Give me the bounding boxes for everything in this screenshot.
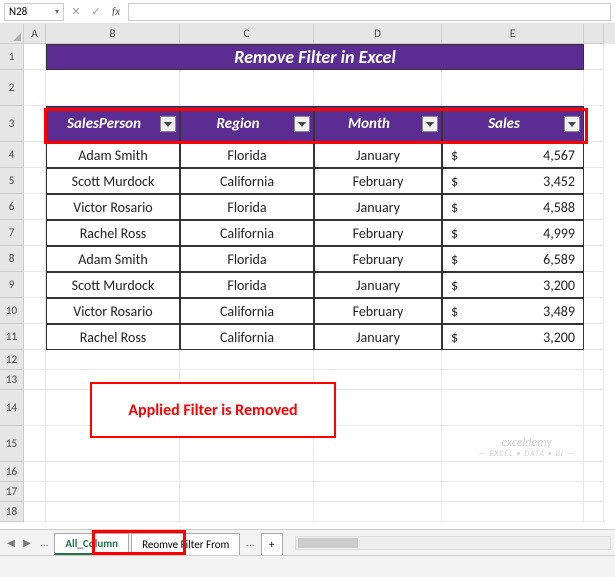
- cell[interactable]: [24, 106, 46, 142]
- row-18: 18: [0, 502, 615, 522]
- table-row: 5Scott MurdockCaliforniaFebruary$3,452: [0, 168, 615, 194]
- col-header-blank[interactable]: [584, 24, 604, 44]
- table-row: 6Victor RosarioFloridaJanuary$4,588: [0, 194, 615, 220]
- col-header-d[interactable]: D: [314, 24, 442, 44]
- cell[interactable]: [584, 70, 604, 106]
- row-16: 16: [0, 462, 615, 482]
- title-cell[interactable]: Remove Filter in Excel: [46, 44, 584, 70]
- sheet-tab-all-column[interactable]: All_Column: [54, 533, 129, 555]
- row-3: 3 SalesPerson Region Month Sales: [0, 106, 615, 142]
- formula-bar-area: N28 ▾ ✕ ✓ fx: [0, 0, 615, 24]
- horizontal-scrollbar[interactable]: [295, 536, 611, 550]
- cell[interactable]: [584, 106, 604, 142]
- col-header-b[interactable]: B: [46, 24, 180, 44]
- table-row: 10Victor RosarioCaliforniaFebruary$3,489: [0, 298, 615, 324]
- row-12: 12: [0, 350, 615, 370]
- row-2: 2: [0, 70, 615, 106]
- table-row: 9Scott MurdockFloridaJanuary$3,200: [0, 272, 615, 298]
- cell[interactable]: [584, 44, 604, 70]
- filter-dropdown-icon[interactable]: [422, 116, 438, 132]
- column-headers: A B C D E: [0, 24, 615, 44]
- sheet-nav-prev-icon[interactable]: ◀: [4, 536, 18, 550]
- cell[interactable]: [180, 70, 314, 106]
- chevron-down-icon[interactable]: ▾: [55, 7, 59, 17]
- table-row: 11Rachel RossCaliforniaJanuary$3,200: [0, 324, 615, 350]
- row-header[interactable]: 3: [0, 106, 24, 142]
- col-header-e[interactable]: E: [442, 24, 584, 44]
- sheet-tab-remove-filter[interactable]: Reomve Filter From: [131, 533, 240, 555]
- scrollbar-thumb[interactable]: [298, 538, 358, 548]
- header-sales[interactable]: Sales: [442, 106, 584, 142]
- cell[interactable]: [46, 70, 180, 106]
- col-header-c[interactable]: C: [180, 24, 314, 44]
- header-region[interactable]: Region: [180, 106, 314, 142]
- header-salesperson[interactable]: SalesPerson: [46, 106, 180, 142]
- sheet-ellipsis[interactable]: ...: [36, 536, 52, 549]
- name-box[interactable]: N28 ▾: [4, 3, 64, 21]
- watermark: exceldemy — EXCEL • DATA • BI —: [478, 437, 575, 459]
- grid-area: A B C D E 1 Remove Filter in Excel 2 3: [0, 24, 615, 529]
- name-box-value: N28: [9, 5, 27, 18]
- status-bar: [0, 555, 615, 577]
- select-all-corner[interactable]: [0, 24, 24, 44]
- sheet-tab-bar: ◀ ▶ ... All_Column Reomve Filter From ..…: [0, 529, 615, 555]
- row-header[interactable]: 2: [0, 70, 24, 106]
- cell[interactable]: [442, 70, 584, 106]
- sheet-nav-next-icon[interactable]: ▶: [20, 536, 34, 550]
- annotation-text: Applied Filter is Removed: [90, 382, 336, 438]
- table-row: 4Adam SmithFloridaJanuary$4,567: [0, 142, 615, 168]
- cancel-icon: ✕: [68, 4, 84, 20]
- formula-input[interactable]: [128, 3, 611, 21]
- filter-dropdown-icon[interactable]: [564, 116, 580, 132]
- row-17: 17: [0, 482, 615, 502]
- fx-icon[interactable]: fx: [108, 4, 124, 20]
- filter-dropdown-icon[interactable]: [160, 116, 176, 132]
- cell[interactable]: [314, 70, 442, 106]
- table-row: 7Rachel RossCaliforniaFebruary$4,999: [0, 220, 615, 246]
- cell[interactable]: [24, 44, 46, 70]
- check-icon: ✓: [88, 4, 104, 20]
- sheet-ellipsis: ...: [242, 536, 258, 549]
- filter-dropdown-icon[interactable]: [294, 116, 310, 132]
- cell[interactable]: [24, 70, 46, 106]
- row-1: 1 Remove Filter in Excel: [0, 44, 615, 70]
- table-row: 8Adam SmithFloridaFebruary$6,589: [0, 246, 615, 272]
- row-header[interactable]: 1: [0, 44, 24, 70]
- new-sheet-button[interactable]: +: [261, 533, 283, 555]
- header-month[interactable]: Month: [314, 106, 442, 142]
- col-header-a[interactable]: A: [24, 24, 46, 44]
